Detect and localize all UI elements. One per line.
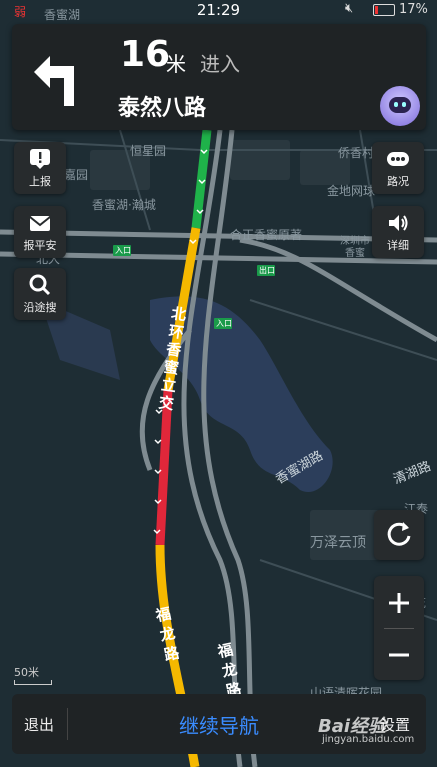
envelope-icon [29,216,51,231]
distance-unit: 米 [166,52,186,76]
report-safety-label: 报平安 [23,239,57,252]
map-label: 合正香蜜原著 [230,228,303,242]
refresh-route-button[interactable] [374,510,424,560]
scale-label: 50米 [14,666,39,679]
map-label: 侨香村 [338,146,375,160]
exit-marker: 出口 [259,266,275,275]
map-label: 香蜜湖·瀚城 [92,198,156,212]
exclamation-icon [30,149,50,169]
map-label: 万泽云顶 [310,535,366,551]
battery-icon [373,4,395,16]
zoom-in-button[interactable] [374,576,424,628]
status-time: 21:29 [196,1,241,19]
watermark-url: jingyan.baidu.com [322,734,415,745]
map-label: 金地网球 [327,184,376,198]
map-label: 香蜜 [345,248,365,259]
voice-assistant-icon[interactable] [380,86,420,126]
next-road-name: 泰然八路 [118,96,207,121]
search-along-route-button[interactable]: 沿途搜 [14,268,66,320]
minus-icon [389,653,409,657]
entrance-marker: 入口 [216,319,232,328]
map-label: 嘉园 [64,168,89,182]
baidu-watermark: Bai经验 jingyan.baidu.com [318,712,414,745]
turn-instruction-card[interactable]: 16 米 进入 泰然八路 [12,24,426,130]
turn-action: 进入 [200,52,240,76]
detail-volume-button[interactable]: 详细 [372,206,424,258]
battery-percent: 17% [399,2,428,17]
detail-label: 详细 [387,239,409,252]
map-scale: 50米 [14,664,52,685]
map-label: 恒星园 [130,144,167,158]
zoom-control [374,576,424,680]
scale-bar [14,680,52,685]
entrance-marker: 入口 [115,246,131,255]
plus-icon [389,593,409,613]
traffic-button[interactable]: 路况 [372,142,424,194]
zoom-out-button[interactable] [374,628,424,680]
status-bar: 弱 21:29 🔇︎ 17% [0,0,437,22]
search-along-route-label: 沿途搜 [23,301,57,314]
traffic-label: 路况 [387,175,409,188]
turn-left-arrow-icon [34,56,74,106]
search-icon [29,274,51,296]
distance-value: 16 [120,34,171,75]
report-button[interactable]: 上报 [14,142,66,194]
traffic-dots-icon [387,152,409,166]
report-safety-button[interactable]: 报平安 [14,206,66,258]
speaker-icon [389,215,408,231]
report-label: 上报 [29,175,51,188]
mute-icon: 🔇︎ [345,1,354,16]
refresh-icon [387,522,411,546]
